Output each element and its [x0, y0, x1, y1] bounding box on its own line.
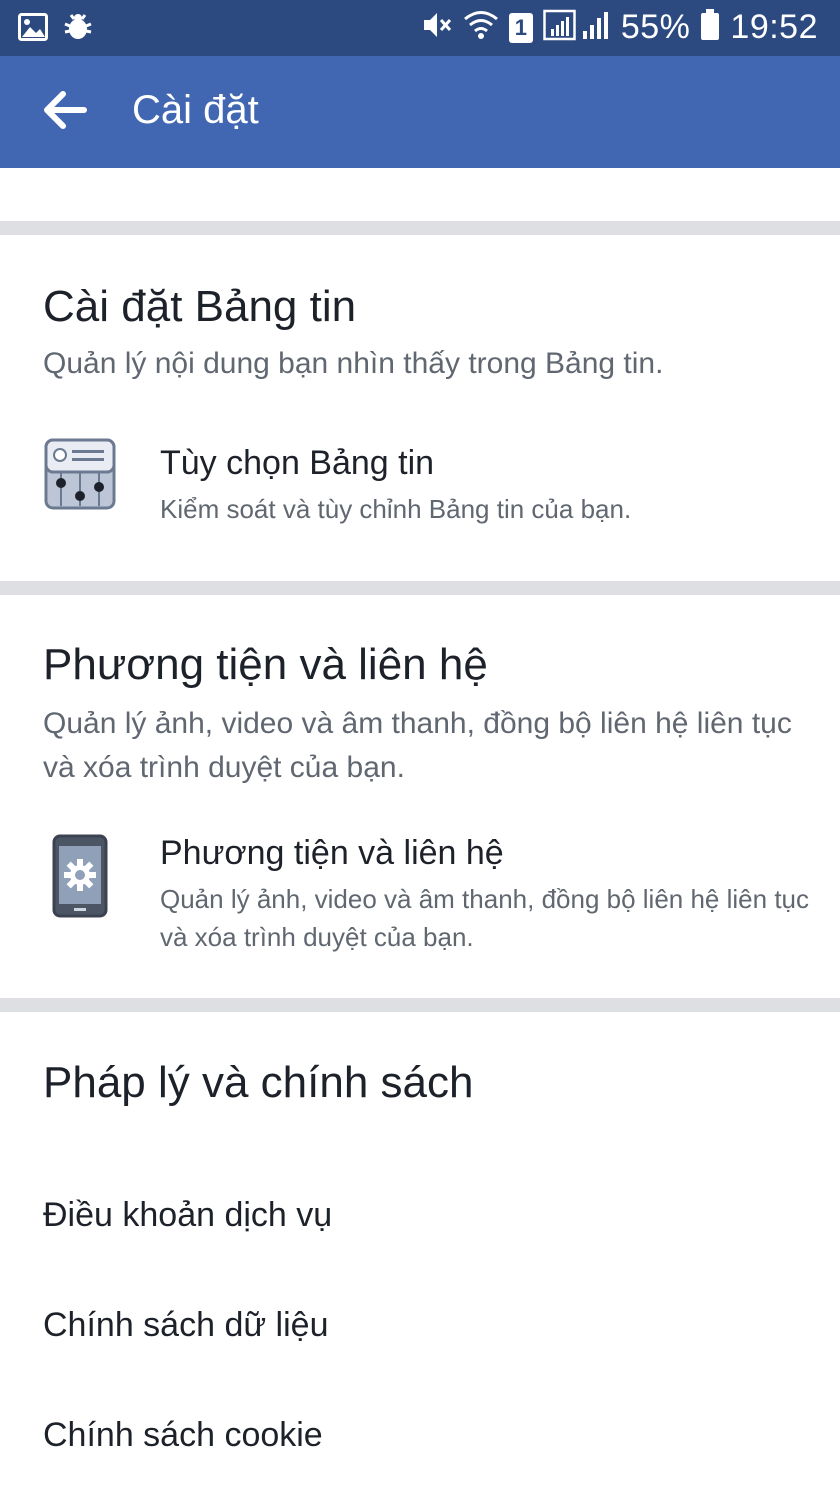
mute-icon [421, 9, 453, 46]
back-button[interactable] [36, 84, 94, 140]
status-bar-left [18, 12, 94, 47]
battery-percent: 55% [620, 8, 691, 46]
news-feed-preferences-description: Kiểm soát và tùy chỉnh Bảng tin của bạn. [160, 494, 632, 524]
media-section-title: Phương tiện và liên hệ [43, 640, 488, 689]
media-section-description: Quản lý ảnh, video và âm thanh, đồng bộ … [43, 707, 792, 784]
gallery-icon [18, 13, 48, 46]
news-feed-section-title: Cài đặt Bảng tin [43, 282, 357, 331]
signal-icon [543, 9, 611, 46]
media-contacts-item[interactable]: Phương tiện và liên hệ Quản lý ảnh, vide… [0, 812, 840, 982]
news-feed-preferences-icon [44, 438, 116, 510]
section-divider [0, 998, 840, 1012]
section-divider [0, 581, 840, 595]
status-bar-right: 1 55% 19:52 [421, 8, 818, 47]
wifi-icon [463, 9, 499, 46]
status-bar: 1 55% 19:52 [0, 0, 840, 56]
clock: 19:52 [730, 8, 818, 46]
back-arrow-icon [43, 90, 87, 134]
media-contacts-description: Quản lý ảnh, video và âm thanh, đồng bộ … [160, 884, 809, 952]
news-feed-section-description: Quản lý nội dung bạn nhìn thấy trong Bản… [43, 347, 664, 380]
media-contacts-title: Phương tiện và liên hệ [160, 834, 504, 872]
cookie-policy-link[interactable]: Chính sách cookie [43, 1416, 323, 1455]
data-policy-link[interactable]: Chính sách dữ liệu [43, 1306, 328, 1345]
bug-icon [62, 12, 94, 47]
section-divider [0, 221, 840, 235]
battery-icon [700, 9, 720, 46]
news-feed-preferences-title: Tùy chọn Bảng tin [160, 444, 435, 482]
page-title: Cài đặt [132, 88, 259, 132]
terms-of-service-link[interactable]: Điều khoản dịch vụ [43, 1196, 332, 1235]
news-feed-preferences-item[interactable]: Tùy chọn Bảng tin Kiểm soát và tùy chỉnh… [0, 420, 840, 560]
legal-section-title: Pháp lý và chính sách [43, 1058, 474, 1107]
phone-settings-icon [44, 834, 116, 918]
sim-badge: 1 [508, 12, 533, 43]
app-bar: Cài đặt [0, 56, 840, 168]
